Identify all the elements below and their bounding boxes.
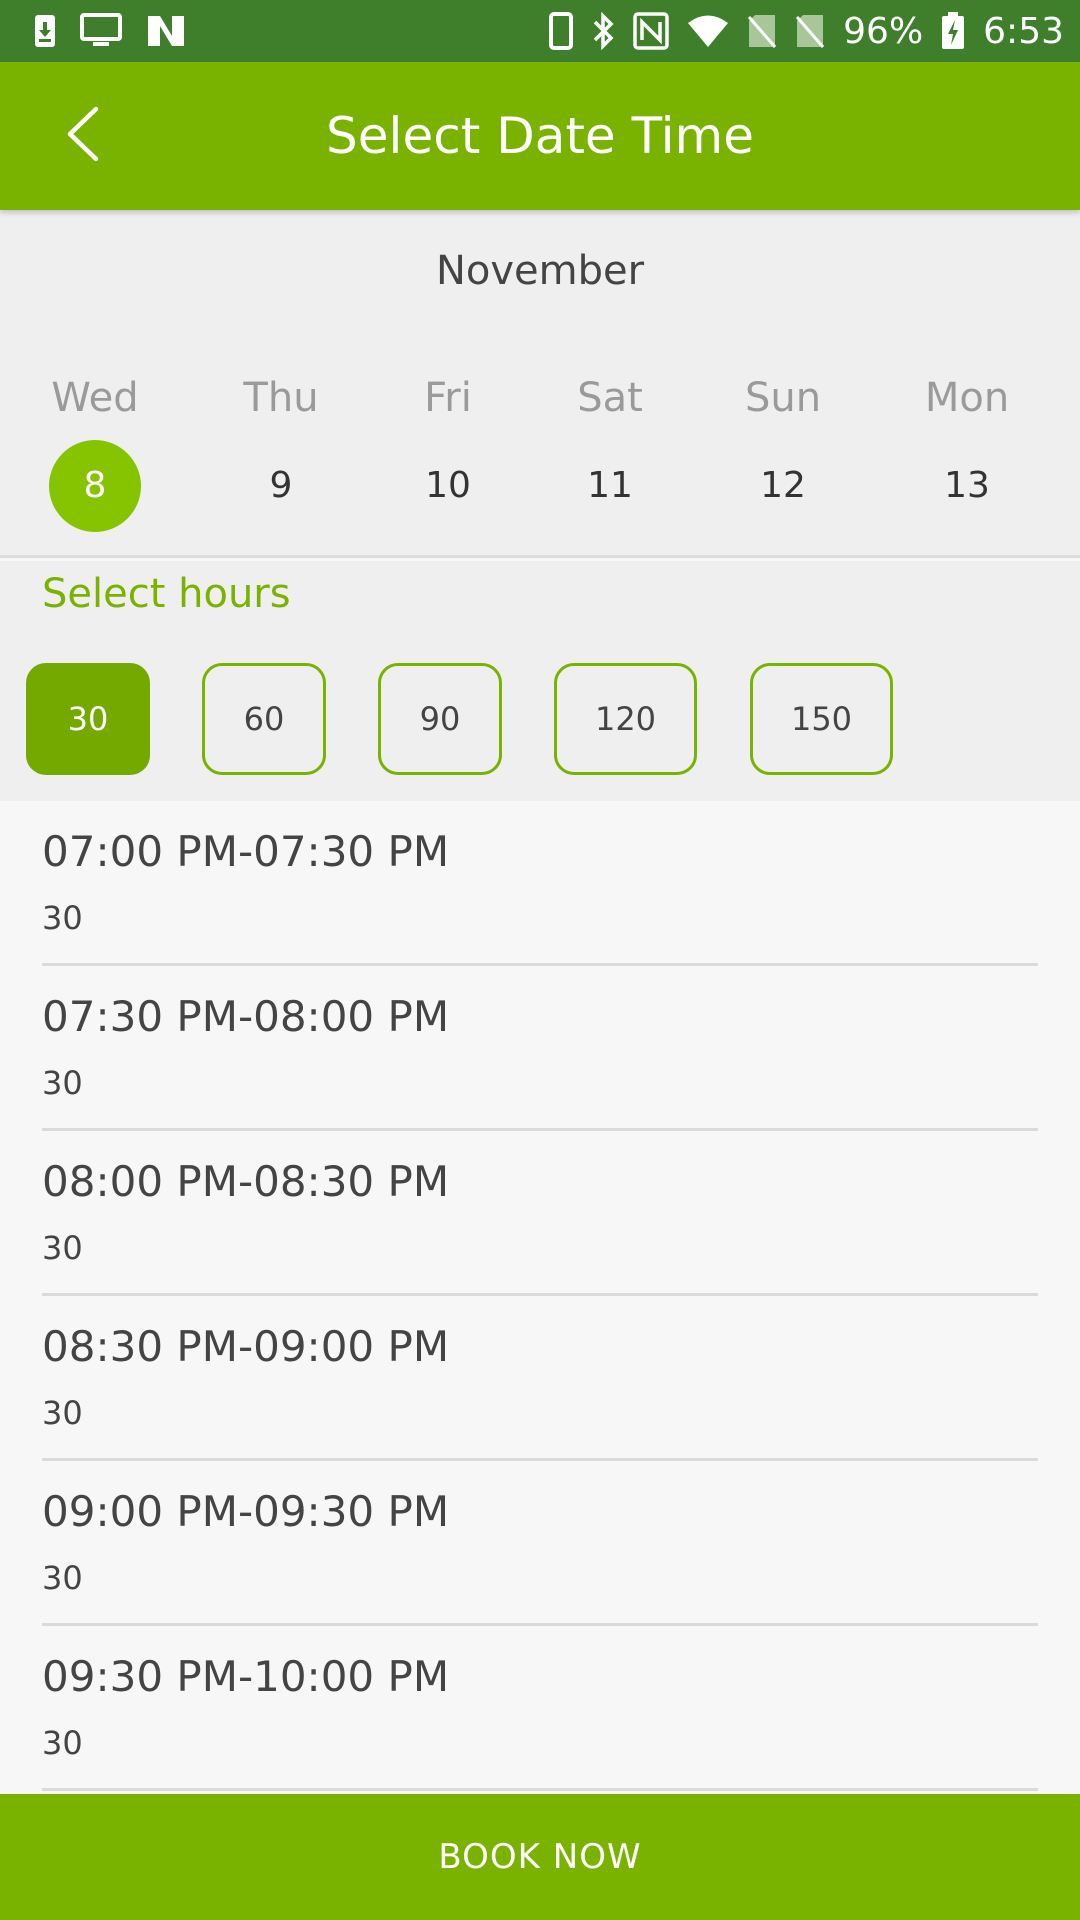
n-app-icon [146, 14, 186, 48]
day-number: 10 [425, 465, 471, 506]
slot-duration: 30 [42, 1064, 83, 1102]
day-number: 13 [944, 465, 990, 506]
day-mon[interactable]: Mon 13 [897, 370, 1037, 532]
hours-chip-30[interactable]: 30 [26, 663, 150, 775]
slot-time-range: 07:30 PM-08:00 PM [42, 992, 450, 1041]
time-slot-list: 07:00 PM-07:30 PM 30 07:30 PM-08:00 PM 3… [0, 801, 1080, 1794]
select-hours-label: Select hours [42, 571, 291, 617]
day-number: 11 [587, 465, 633, 506]
time-slot-row[interactable]: 09:30 PM-10:00 PM 30 [42, 1626, 1038, 1791]
day-name: Thu [243, 375, 319, 421]
slot-duration: 30 [42, 1229, 83, 1267]
slot-duration: 30 [42, 1724, 83, 1762]
day-number: 9 [269, 465, 293, 506]
monitor-icon [80, 13, 122, 49]
screen: 96% 6:53 Select Date Time November Wed 8… [0, 0, 1080, 1920]
day-fri[interactable]: Fri 10 [378, 370, 518, 532]
bluetooth-icon [591, 12, 615, 50]
time-slot-row[interactable]: 08:00 PM-08:30 PM 30 [42, 1131, 1038, 1296]
battery-charging-icon [941, 12, 965, 50]
slot-time-range: 08:30 PM-09:00 PM [42, 1322, 450, 1371]
time-slot-row[interactable]: 07:30 PM-08:00 PM 30 [42, 966, 1038, 1131]
status-bar: 96% 6:53 [0, 0, 1080, 62]
chevron-left-icon [64, 106, 100, 166]
status-right-icons: 96% 6:53 [549, 10, 1064, 52]
date-picker: November Wed 8 Thu 9 Fri 10 Sat 11 Sun 1… [0, 210, 1080, 558]
clock-time: 6:53 [983, 10, 1064, 52]
day-sat[interactable]: Sat 11 [540, 370, 680, 532]
phone-icon [549, 12, 574, 50]
day-name: Wed [51, 375, 139, 421]
no-sim-icon [795, 13, 825, 49]
day-number-selected: 8 [49, 440, 141, 532]
hours-chip-90[interactable]: 90 [378, 663, 502, 775]
download-icon [34, 14, 56, 48]
time-slot-row[interactable]: 07:00 PM-07:30 PM 30 [42, 801, 1038, 966]
book-now-button[interactable]: BOOK NOW [0, 1794, 1080, 1920]
day-number: 12 [760, 465, 806, 506]
slot-time-range: 09:00 PM-09:30 PM [42, 1487, 450, 1536]
day-sun[interactable]: Sun 12 [713, 370, 853, 532]
slot-duration: 30 [42, 899, 83, 937]
month-label: November [435, 248, 645, 294]
hours-selector: Select hours 30 60 90 120 150 [0, 561, 1080, 801]
nfc-icon [633, 12, 669, 50]
hours-chip-150[interactable]: 150 [750, 663, 893, 775]
day-wed[interactable]: Wed 8 [25, 370, 165, 532]
back-button[interactable] [40, 94, 124, 178]
slot-time-range: 08:00 PM-08:30 PM [42, 1157, 450, 1206]
slot-time-range: 07:00 PM-07:30 PM [42, 827, 450, 876]
time-slot-row[interactable]: 09:00 PM-09:30 PM 30 [42, 1461, 1038, 1626]
slot-time-range: 09:30 PM-10:00 PM [42, 1652, 450, 1701]
battery-percent: 96% [843, 10, 924, 52]
day-name: Fri [424, 375, 472, 421]
time-slot-row[interactable]: 08:30 PM-09:00 PM 30 [42, 1296, 1038, 1461]
slot-duration: 30 [42, 1559, 83, 1597]
day-name: Sun [744, 375, 822, 421]
day-thu[interactable]: Thu 9 [211, 370, 351, 532]
no-sim-icon [747, 13, 777, 49]
hours-chip-60[interactable]: 60 [202, 663, 326, 775]
status-left-icons [34, 10, 186, 52]
wifi-icon [687, 14, 729, 48]
hours-chip-120[interactable]: 120 [554, 663, 697, 775]
day-name: Sat [577, 375, 643, 421]
page-title: Select Date Time [326, 107, 754, 165]
day-name: Mon [924, 375, 1010, 421]
slot-duration: 30 [42, 1394, 83, 1432]
app-bar: Select Date Time [0, 62, 1080, 210]
